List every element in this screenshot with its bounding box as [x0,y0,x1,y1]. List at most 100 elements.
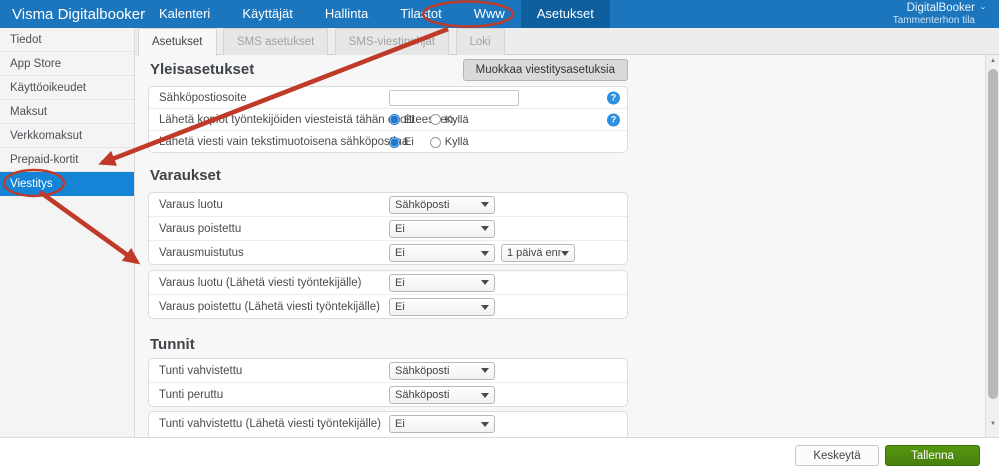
dropdown-caret-icon [561,250,569,256]
varaus-poistettu-tyontekija-row: Varaus poistettu (Lähetä viesti työnteki… [149,295,627,318]
save-button[interactable]: Tallenna [885,445,980,466]
row-label: Varaus poistettu [159,222,242,235]
vertical-scrollbar[interactable]: ▲ ▼ [985,55,999,437]
dropdown-caret-icon [481,250,489,256]
sidebar-item-verkkomaksut[interactable]: Verkkomaksut [0,124,134,148]
dropdown-value: 1 päivä ennen [507,247,561,259]
nav-item-kayttajat[interactable]: Käyttäjät [226,0,309,28]
dropdown-value: Ei [395,247,405,259]
section-title-yleisasetukset: Yleisasetukset [150,61,255,78]
varausmuistutus-timing-dropdown[interactable]: 1 päivä ennen [501,244,575,262]
row-label: Varausmuistutus [159,247,244,259]
varaukset-card: Varaus luotu Sähköposti Varaus poistettu… [148,192,628,265]
radio-label: Ei [404,113,414,126]
row-label: Varaus luotu (Lähetä viesti työntekijäll… [159,276,362,289]
account-unit: Tammenterhon tila [892,14,975,26]
scrollbar-thumb[interactable] [988,69,998,399]
varaus-luotu-dropdown[interactable]: Sähköposti [389,195,495,214]
radio-label: Kyllä [444,136,469,148]
dropdown-value: Ei [395,222,405,235]
tunti-vahvistettu-tyontekija-row: Tunti vahvistettu (Lähetä viesti työntek… [149,412,627,436]
varausmuistutus-row: Varausmuistutus Ei 1 päivä ennen [149,241,627,264]
tunti-vahvistettu-row: Tunti vahvistettu Sähköposti [149,359,627,383]
general-settings-card: Sähköpostiosoite ? Lähetä kopiot työntek… [148,86,628,153]
row-label: Tunti vahvistettu [159,364,243,377]
tunti-vahvistettu-tyontekija-dropdown[interactable]: Ei [389,415,495,433]
email-input[interactable] [389,90,519,106]
row-label: Tunti peruttu [159,389,224,401]
scrollbar-down-icon[interactable]: ▼ [986,418,999,431]
main-menu: Kalenteri Käyttäjät Hallinta Tilastot Ww… [143,0,610,28]
dropdown-value: Ei [395,301,405,313]
dropdown-caret-icon [481,392,489,398]
plaintext-email-row: Lähetä viesti vain tekstimuotoisena sähk… [149,131,627,152]
row-label: Varaus luotu [159,198,223,211]
account-info: DigitalBooker Tammenterhon tila [893,2,975,26]
tunti-vahvistettu-dropdown[interactable]: Sähköposti [389,361,495,380]
account-switcher[interactable]: DigitalBooker Tammenterhon tila ˇ [893,0,985,28]
varaus-luotu-row: Varaus luotu Sähköposti [149,193,627,217]
varaus-poistettu-row: Varaus poistettu Ei [149,217,627,241]
varaukset-employee-card: Varaus luotu (Lähetä viesti työntekijäll… [148,270,628,319]
dropdown-value: Sähköposti [395,389,450,401]
dropdown-caret-icon [481,202,489,207]
row-label: Sähköpostiosoite [159,91,247,104]
varaus-luotu-tyontekija-row: Varaus luotu (Lähetä viesti työntekijäll… [149,271,627,295]
tab-sms-viestipohjat[interactable]: SMS-viestipohjat [334,28,450,55]
radio-option-kylla[interactable]: Kyllä [429,113,469,126]
varaus-poistettu-dropdown[interactable]: Ei [389,219,495,238]
nav-item-asetukset[interactable]: Asetukset [520,0,610,28]
tab-loki[interactable]: Loki [455,28,505,55]
tunnit-card: Tunti vahvistettu Sähköposti Tunti perut… [148,358,628,407]
dropdown-value: Ei [395,276,405,289]
nav-item-hallinta[interactable]: Hallinta [309,0,384,28]
radio-option-ei[interactable]: Ei [389,114,414,126]
copy-messages-row: Lähetä kopiot työntekijöiden viesteistä … [149,109,627,131]
sidebar-item-tiedot[interactable]: Tiedot [0,28,134,52]
radio-group: Ei Kyllä [389,136,485,148]
settings-sidebar: Tiedot App Store Käyttöoikeudet Maksut V… [0,28,135,437]
tab-bar: Asetukset SMS asetukset SMS-viestipohjat… [135,28,999,56]
nav-item-www[interactable]: Www [458,0,521,28]
cancel-button[interactable]: Keskeytä [795,445,879,466]
dropdown-caret-icon [481,226,489,231]
tunnit-employee-card: Tunti vahvistettu (Lähetä viesti työntek… [148,411,628,437]
chevron-down-icon: ˇ [981,5,985,19]
dropdown-caret-icon [481,368,489,373]
app-window: Visma Digitalbooker Kalenteri Käyttäjät … [0,0,999,467]
sidebar-item-prepaid-kortit[interactable]: Prepaid-kortit [0,148,134,172]
tunti-peruttu-dropdown[interactable]: Sähköposti [389,386,495,404]
scrollbar-up-icon[interactable]: ▲ [986,55,999,68]
tab-sms-asetukset[interactable]: SMS asetukset [222,28,329,55]
radio-group: Ei Kyllä [389,114,485,126]
nav-item-tilastot[interactable]: Tilastot [384,0,457,28]
tab-asetukset[interactable]: Asetukset [138,28,217,56]
top-navigation-bar: Visma Digitalbooker Kalenteri Käyttäjät … [0,0,999,28]
settings-content: Yleisasetukset Muokkaa viestitysasetuksi… [135,55,999,437]
nav-item-kalenteri[interactable]: Kalenteri [143,0,226,28]
row-label: Lähetä viesti vain tekstimuotoisena sähk… [159,136,409,148]
row-label: Tunti vahvistettu (Lähetä viesti työntek… [159,418,382,430]
sidebar-item-viestitys[interactable]: Viestitys [0,172,134,196]
sidebar-item-app-store[interactable]: App Store [0,52,134,76]
help-icon[interactable]: ? [607,91,620,104]
radio-label: Ei [404,136,414,148]
sidebar-item-kayttooikeudet[interactable]: Käyttöoikeudet [0,76,134,100]
help-icon[interactable]: ? [607,113,620,126]
radio-option-ei[interactable]: Ei [389,136,414,148]
varaus-poistettu-tyontekija-dropdown[interactable]: Ei [389,298,495,316]
sidebar-item-maksut[interactable]: Maksut [0,100,134,124]
dropdown-value: Ei [395,418,405,430]
radio-option-kylla[interactable]: Kyllä [429,136,469,148]
radio-unselected-icon [429,136,441,148]
varausmuistutus-dropdown[interactable]: Ei [389,244,495,262]
edit-messaging-settings-button[interactable]: Muokkaa viestitysasetuksia [462,59,628,81]
section-title-tunnit: Tunnit [150,336,195,353]
account-name: DigitalBooker [906,2,975,15]
email-address-row: Sähköpostiosoite ? [149,87,627,109]
radio-label: Kyllä [444,113,469,126]
dropdown-value: Sähköposti [395,198,450,211]
varaus-luotu-tyontekija-dropdown[interactable]: Ei [389,273,495,292]
radio-selected-icon [389,114,400,125]
tunti-peruttu-row: Tunti peruttu Sähköposti [149,383,627,406]
